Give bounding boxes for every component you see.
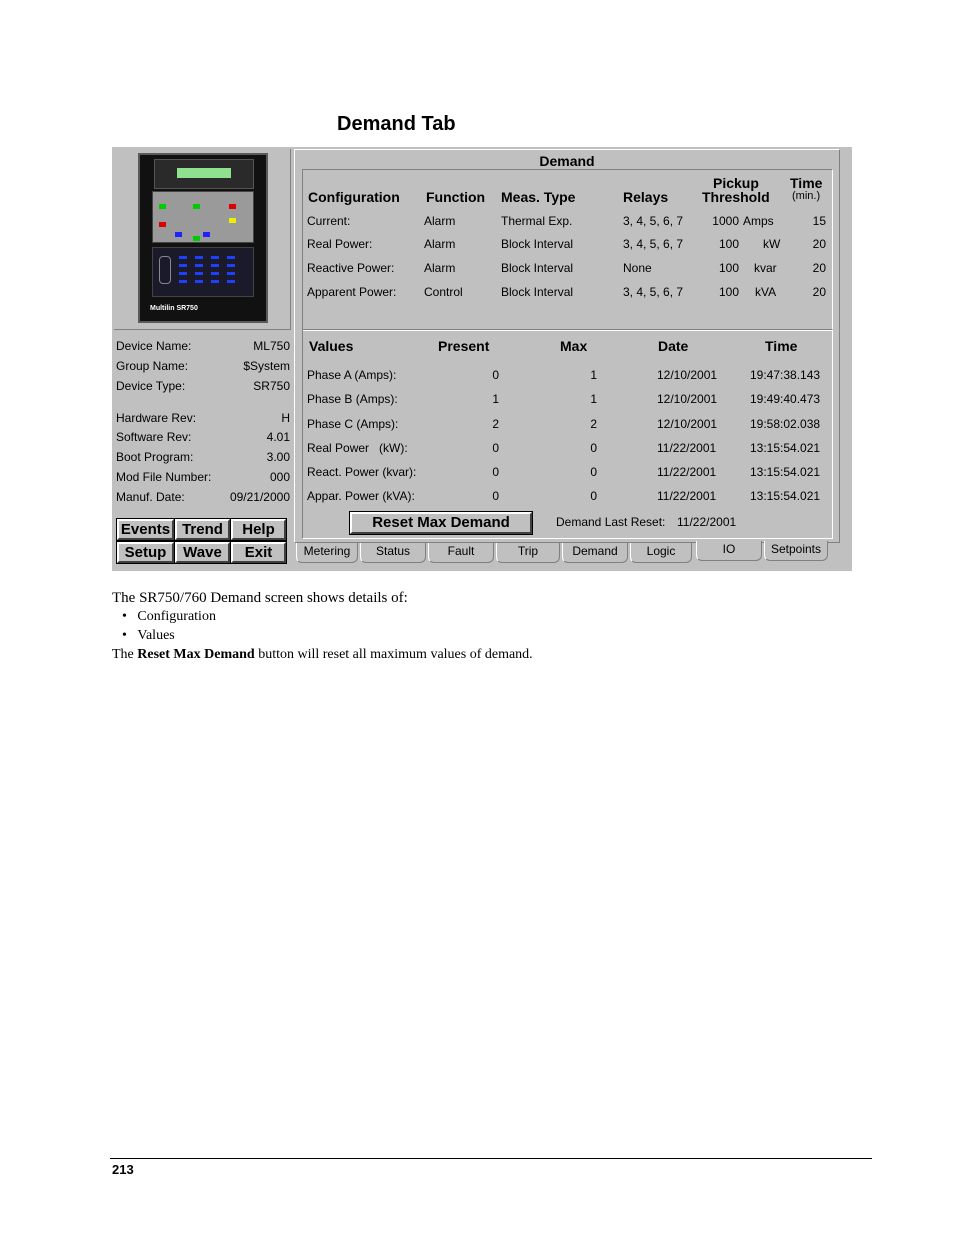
col-header-date: Date	[658, 338, 689, 354]
trend-button[interactable]: Trend	[174, 518, 231, 541]
help-button[interactable]: Help	[230, 518, 287, 541]
wave-button[interactable]: Wave	[174, 541, 231, 564]
info-row-device-name: Device Name: ML750	[116, 339, 290, 353]
intro-text: The SR750/760 Demand screen shows detail…	[112, 590, 408, 606]
info-row-group-name: Group Name: $System	[116, 359, 290, 373]
device-image-panel: Multilin SR750	[114, 149, 291, 330]
last-reset-date: 11/22/2001	[677, 515, 737, 529]
demand-panel: Demand Configuration Function Meas. Type…	[294, 149, 840, 543]
panel-title: Demand	[539, 153, 595, 169]
reset-description: The Reset Max Demand button will reset a…	[112, 647, 533, 662]
info-row-boot-program: Boot Program: 3.00	[116, 450, 290, 464]
device-logo: Multilin SR750	[150, 305, 198, 312]
info-row-software-rev: Software Rev: 4.01	[116, 430, 290, 444]
col-header-time-unit: (min.)	[792, 190, 821, 202]
col-header-present: Present	[438, 338, 490, 354]
info-row-mod-file: Mod File Number: 000	[116, 470, 290, 484]
bullet-item: • Values	[122, 628, 175, 643]
col-header-time: Time	[790, 175, 823, 191]
reset-max-demand-button[interactable]: Reset Max Demand	[349, 511, 533, 535]
demand-screenshot: Multilin SR750 Device Name: ML750 Group N…	[112, 147, 852, 571]
info-row-hardware-rev: Hardware Rev: H	[116, 411, 290, 425]
col-header-configuration: Configuration	[308, 189, 400, 205]
configuration-group: Configuration Function Meas. Type Relays…	[302, 169, 833, 331]
events-button[interactable]: Events	[116, 518, 175, 541]
exit-button[interactable]: Exit	[230, 541, 287, 564]
last-reset-label: Demand Last Reset:	[556, 515, 666, 529]
bullet-item: • Configuration	[122, 609, 216, 624]
col-header-values: Values	[309, 338, 354, 354]
values-group: Values Present Max Date Time Phase A (Am…	[302, 329, 833, 539]
info-row-device-type: Device Type: SR750	[116, 379, 290, 393]
tab-status[interactable]: Status	[360, 543, 426, 563]
relay-device-image: Multilin SR750	[138, 153, 268, 323]
tab-demand[interactable]: Demand	[562, 543, 628, 563]
page-heading: Demand Tab	[337, 113, 456, 135]
info-row-manuf-date: Manuf. Date: 09/21/2000	[116, 490, 290, 504]
col-header-meas-type: Meas. Type	[501, 189, 576, 205]
col-header-value-time: Time	[765, 338, 798, 354]
setup-button[interactable]: Setup	[116, 541, 175, 564]
device-info: Device Name: ML750 Group Name: $System Dev…	[114, 333, 292, 511]
tab-fault[interactable]: Fault	[428, 543, 494, 563]
col-header-relays: Relays	[623, 189, 669, 205]
col-header-function: Function	[426, 189, 486, 205]
tab-trip[interactable]: Trip	[496, 543, 560, 563]
tab-io[interactable]: IO	[696, 541, 762, 561]
col-header-threshold: Threshold	[702, 189, 770, 205]
tab-logic[interactable]: Logic	[630, 543, 692, 563]
tab-setpoints[interactable]: Setpoints	[764, 541, 828, 561]
page-number: 213	[112, 1162, 134, 1177]
col-header-max: Max	[560, 338, 588, 354]
footer-rule	[110, 1158, 872, 1159]
tab-metering[interactable]: Metering	[296, 543, 358, 563]
